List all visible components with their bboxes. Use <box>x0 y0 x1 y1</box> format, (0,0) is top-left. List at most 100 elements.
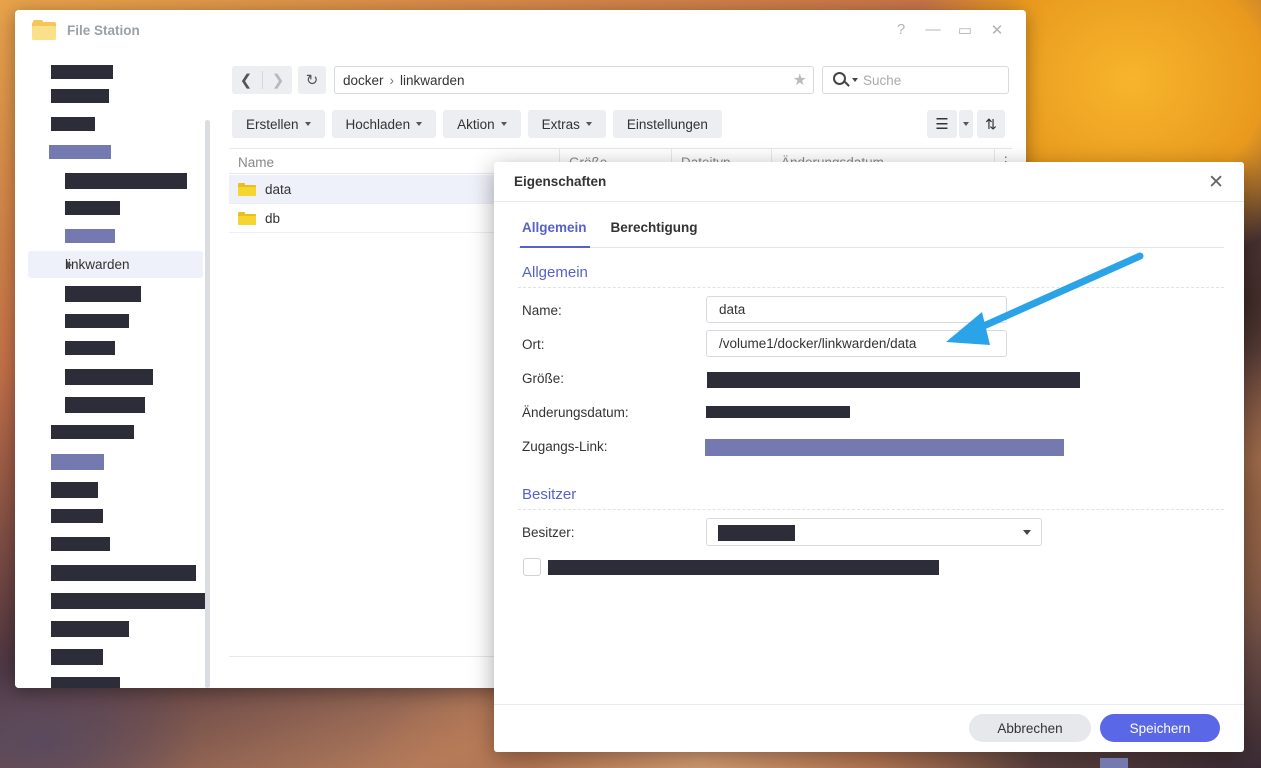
dialog-header[interactable]: Eigenschaften <box>494 162 1244 202</box>
properties-dialog: Eigenschaften ✕ Allgemein Berechtigung A… <box>494 162 1244 752</box>
tree-item-redacted[interactable] <box>51 454 104 470</box>
tree-item-redacted[interactable] <box>51 425 134 439</box>
extras-button-label: Extras <box>541 116 580 132</box>
tree-item-redacted[interactable] <box>65 286 141 302</box>
file-name: db <box>265 210 281 226</box>
dialog-title: Eigenschaften <box>514 174 607 189</box>
sidebar-scrollbar[interactable] <box>205 120 210 688</box>
tree-item-linkwarden[interactable]: linkwarden <box>28 251 203 278</box>
chevron-down-icon <box>304 122 311 126</box>
search-icon[interactable] <box>833 71 858 89</box>
owner-select[interactable] <box>706 518 1042 546</box>
status-divider <box>229 656 529 657</box>
close-icon[interactable]: ✕ <box>1208 171 1224 194</box>
tree-item-redacted[interactable] <box>51 537 110 551</box>
upload-button-label: Hochladen <box>345 116 411 132</box>
apply-checkbox[interactable] <box>523 558 541 576</box>
modified-label: Änderungsdatum: <box>522 405 629 420</box>
tree-item-redacted[interactable] <box>51 65 113 79</box>
file-name: data <box>265 181 292 197</box>
nav-divider <box>262 71 263 89</box>
breadcrumb-linkwarden[interactable]: linkwarden <box>400 73 465 88</box>
tree-item-redacted[interactable] <box>65 173 187 189</box>
action-button[interactable]: Aktion <box>443 110 521 138</box>
list-view-icon[interactable]: ☰ <box>927 110 957 138</box>
tab-permission[interactable]: Berechtigung <box>611 220 698 235</box>
file-row-data[interactable]: data <box>229 175 529 204</box>
breadcrumb-docker[interactable]: docker <box>343 73 384 88</box>
folder-app-icon <box>32 20 56 40</box>
tree-item-redacted[interactable] <box>51 565 196 581</box>
tree-item-label: linkwarden <box>65 257 130 272</box>
create-button-label: Erstellen <box>246 116 299 132</box>
section-title-general: Allgemein <box>522 264 588 281</box>
tree-item-redacted[interactable] <box>65 369 153 385</box>
tree-item-redacted[interactable] <box>51 621 129 637</box>
sort-icon[interactable]: ⇅ <box>977 110 1005 138</box>
help-icon[interactable]: ? <box>892 21 910 39</box>
tree-item-redacted[interactable] <box>65 341 115 355</box>
maximize-icon[interactable]: ▭ <box>956 21 974 39</box>
size-label: Größe: <box>522 371 565 386</box>
action-toolbar: Erstellen Hochladen Aktion Extras Einste… <box>232 110 722 138</box>
tree-item-redacted[interactable] <box>49 145 111 159</box>
tree-item-redacted[interactable] <box>51 509 103 523</box>
tree-item-redacted[interactable] <box>51 649 103 665</box>
section-title-owner: Besitzer <box>522 486 577 503</box>
tree-item-redacted[interactable] <box>51 89 109 103</box>
save-button[interactable]: Speichern <box>1100 714 1220 742</box>
tree-item-redacted[interactable] <box>65 229 115 243</box>
modified-value-redacted <box>706 406 850 418</box>
window-title: File Station <box>67 22 140 38</box>
folder-tree: linkwarden <box>15 50 215 688</box>
back-icon[interactable]: ❮ <box>232 66 260 94</box>
upload-button[interactable]: Hochladen <box>331 110 437 138</box>
extras-button[interactable]: Extras <box>527 110 606 138</box>
chevron-down-icon <box>963 122 969 126</box>
footer-divider <box>494 704 1244 705</box>
favorite-star-icon[interactable]: ★ <box>793 70 807 90</box>
cancel-button[interactable]: Abbrechen <box>969 714 1091 742</box>
create-button[interactable]: Erstellen <box>232 110 325 138</box>
tree-item-redacted[interactable] <box>65 397 145 413</box>
size-value-redacted <box>707 372 1080 388</box>
location-field[interactable]: /volume1/docker/linkwarden/data <box>706 330 1007 357</box>
name-value: data <box>719 302 746 317</box>
action-button-label: Aktion <box>457 116 495 132</box>
search-placeholder: Suche <box>863 72 902 88</box>
name-field[interactable]: data <box>706 296 1007 323</box>
minimize-icon[interactable]: — <box>924 21 942 39</box>
tree-item-redacted[interactable] <box>51 677 120 688</box>
breadcrumb-separator-icon: › <box>389 72 395 88</box>
folder-icon <box>238 211 256 225</box>
view-controls: ☰ ⇅ <box>927 110 1005 138</box>
chevron-down-icon <box>416 122 423 126</box>
name-label: Name: <box>522 303 562 318</box>
location-value: /volume1/docker/linkwarden/data <box>719 336 917 351</box>
tab-general[interactable]: Allgemein <box>522 220 587 235</box>
chevron-down-icon <box>1023 530 1031 535</box>
chevron-down-icon <box>585 122 592 126</box>
tree-item-redacted[interactable] <box>51 593 205 609</box>
dialog-tabs: Allgemein Berechtigung <box>522 220 698 235</box>
view-dropdown-button[interactable] <box>959 110 973 138</box>
active-tab-indicator <box>520 246 590 248</box>
tree-item-redacted[interactable] <box>65 314 129 328</box>
forward-icon[interactable]: ❯ <box>264 66 292 94</box>
window-titlebar[interactable]: File Station ? — ▭ ✕ <box>15 10 1026 50</box>
taskbar-item-redacted[interactable] <box>1100 758 1128 768</box>
refresh-icon[interactable]: ↻ <box>298 66 326 94</box>
tree-item-redacted[interactable] <box>65 201 120 215</box>
owner-value-redacted <box>718 525 795 541</box>
search-input[interactable]: Suche <box>822 66 1009 94</box>
close-icon[interactable]: ✕ <box>988 21 1006 39</box>
section-divider <box>518 509 1224 510</box>
expand-caret-icon[interactable] <box>67 261 72 269</box>
settings-button[interactable]: Einstellungen <box>612 110 722 138</box>
chevron-down-icon <box>500 122 507 126</box>
tree-item-redacted[interactable] <box>51 482 98 498</box>
tree-item-redacted[interactable] <box>51 117 95 131</box>
file-row-db[interactable]: db <box>229 204 529 233</box>
path-bar[interactable]: docker › linkwarden ★ <box>334 66 814 94</box>
access-link-redacted[interactable] <box>705 439 1064 456</box>
